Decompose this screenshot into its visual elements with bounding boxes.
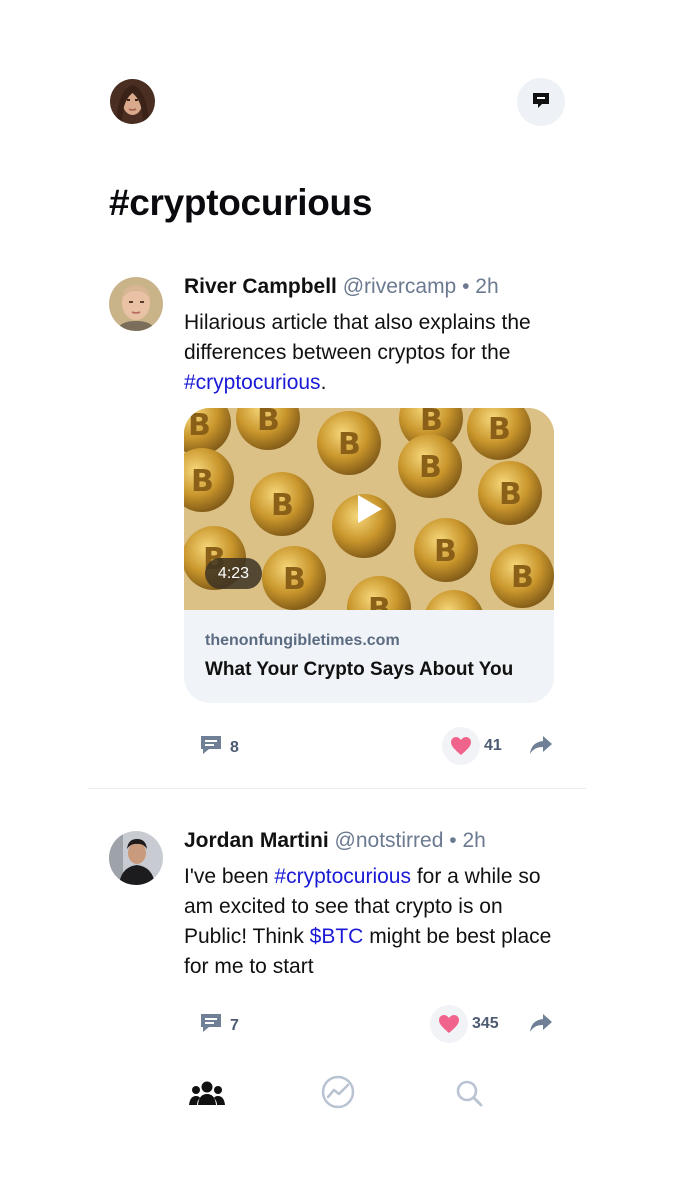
post-body: Hilarious article that also explains the…: [184, 308, 564, 398]
page-title: #cryptocurious: [109, 182, 373, 223]
svg-text:B: B: [419, 450, 442, 485]
comment-count: 8: [230, 738, 239, 756]
comment-button[interactable]: 8: [199, 733, 239, 762]
chat-bubble-icon: [531, 90, 551, 115]
author-name[interactable]: Jordan Martini: [184, 829, 329, 852]
post-divider: [88, 788, 586, 789]
svg-text:B: B: [511, 560, 534, 595]
author-name[interactable]: River Campbell: [184, 275, 337, 298]
author-handle[interactable]: @notstirred: [335, 829, 444, 852]
hashtag-link[interactable]: #cryptocurious: [274, 865, 411, 888]
heart-icon: [442, 727, 480, 765]
post-header: River Campbell @rivercamp • 2h: [184, 275, 499, 299]
link-card[interactable]: B B B B B B B B B B B B B B 4:23 thenonf…: [184, 408, 554, 703]
nav-community[interactable]: [187, 1075, 227, 1115]
share-arrow-icon: [529, 1014, 553, 1037]
nav-activity[interactable]: [318, 1074, 358, 1114]
post-text: Hilarious article that also explains the…: [184, 311, 531, 364]
cashtag-link[interactable]: $BTC: [310, 925, 364, 948]
nav-search[interactable]: [449, 1075, 489, 1115]
svg-text:B: B: [257, 408, 280, 438]
link-domain: thenonfungibletimes.com: [205, 632, 400, 649]
comment-icon: [199, 733, 223, 762]
post-time: 2h: [462, 829, 486, 852]
author-handle[interactable]: @rivercamp: [343, 275, 457, 298]
post-avatar[interactable]: [109, 277, 163, 331]
video-duration: 4:23: [205, 558, 262, 589]
meta-separator: •: [449, 829, 457, 852]
user-avatar[interactable]: [110, 79, 155, 124]
comment-icon: [199, 1011, 223, 1040]
link-title[interactable]: What Your Crypto Says About You: [205, 659, 513, 681]
hashtag-link[interactable]: #cryptocurious: [184, 371, 321, 394]
like-count: 41: [484, 737, 502, 754]
svg-text:B: B: [283, 562, 306, 597]
svg-text:B: B: [434, 534, 457, 569]
like-count: 345: [472, 1015, 499, 1032]
svg-text:B: B: [499, 477, 522, 512]
post-header: Jordan Martini @notstirred • 2h: [184, 829, 486, 853]
svg-text:B: B: [488, 412, 511, 447]
svg-text:B: B: [420, 408, 443, 438]
svg-text:B: B: [271, 488, 294, 523]
post-avatar[interactable]: [109, 831, 163, 885]
like-button[interactable]: 41: [442, 727, 502, 765]
like-button[interactable]: 345: [430, 1005, 499, 1043]
svg-text:B: B: [191, 464, 214, 499]
messages-button[interactable]: [517, 78, 565, 126]
share-arrow-icon: [529, 736, 553, 759]
post-text: I've been: [184, 865, 275, 888]
search-icon: [455, 1079, 483, 1112]
community-icon: [189, 1080, 225, 1111]
play-icon[interactable]: [356, 494, 384, 529]
svg-text:B: B: [188, 408, 211, 443]
post-time: 2h: [475, 275, 499, 298]
share-button[interactable]: [529, 735, 553, 760]
comment-count: 7: [230, 1016, 239, 1034]
activity-icon: [321, 1075, 355, 1114]
svg-text:B: B: [338, 427, 361, 462]
post-text: .: [320, 371, 327, 394]
share-button[interactable]: [529, 1013, 553, 1038]
meta-separator: •: [462, 275, 470, 298]
comment-button[interactable]: 7: [199, 1011, 239, 1040]
post-body: I've been #cryptocurious for a while so …: [184, 862, 559, 982]
video-thumbnail[interactable]: B B B B B B B B B B B B B B 4:23: [184, 408, 554, 610]
svg-text:B: B: [368, 592, 391, 610]
heart-icon: [430, 1005, 468, 1043]
